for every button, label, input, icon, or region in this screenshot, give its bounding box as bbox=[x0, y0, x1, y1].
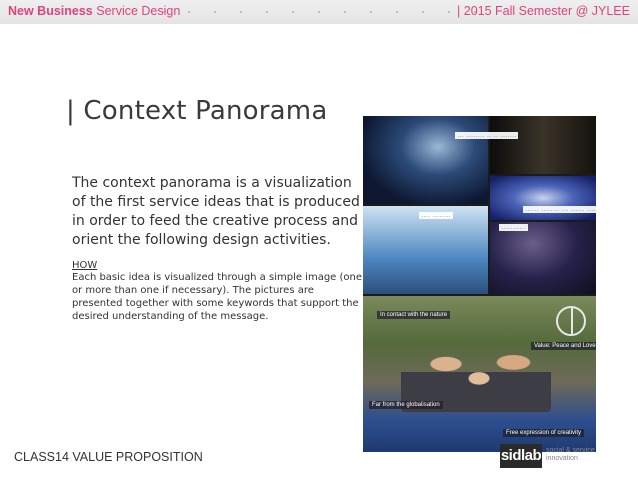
course-name-bold: New Business bbox=[8, 4, 93, 18]
footer-class-label: CLASS14 VALUE PROPOSITION bbox=[14, 450, 203, 464]
photo-caption: In contact with the nature bbox=[377, 311, 451, 319]
header-bar: New Business Service Design | 2015 Fall … bbox=[0, 0, 638, 24]
course-name: New Business Service Design bbox=[8, 4, 180, 18]
how-paragraph: Each basic idea is visualized through a … bbox=[72, 272, 363, 322]
logo-line-2: innovation bbox=[546, 455, 578, 462]
photo-caption: Far from the globalisation bbox=[369, 401, 443, 409]
semester-label: | 2015 Fall Semester @ JYLEE bbox=[457, 4, 630, 18]
course-name-rest: Service Design bbox=[92, 4, 181, 18]
lead-paragraph: The context panorama is a visualization … bbox=[72, 175, 360, 248]
logo-mark: sidlab bbox=[500, 444, 542, 468]
context-panorama-collage: --- -------- -- -- ------- ---- --------… bbox=[363, 116, 596, 452]
interactive-exhibit-photo bbox=[363, 206, 488, 294]
header-dot-divider bbox=[150, 11, 478, 13]
photo-keyword-tag: ---- -------- bbox=[419, 212, 453, 219]
people-figures bbox=[401, 332, 551, 412]
photo-keyword-tag: ----------- bbox=[499, 224, 529, 231]
planetarium-model-photo bbox=[490, 176, 596, 220]
photo-keyword-tag: ------ -------- --- ------ ----- bbox=[523, 206, 596, 213]
page-title: | Context Panorama bbox=[66, 96, 328, 126]
photo-caption: Free expression of creativity bbox=[503, 429, 585, 437]
photo-keyword-tag: --- -------- -- -- ------- bbox=[455, 132, 519, 139]
peace-sign-icon bbox=[556, 306, 586, 336]
how-heading: HOW bbox=[72, 260, 98, 271]
logo-text: social & service innovation bbox=[546, 447, 595, 463]
audience-dome-photo bbox=[490, 222, 596, 294]
logo-line-1: social & service bbox=[546, 447, 595, 454]
photo-caption: Value: Peace and Love bbox=[531, 342, 596, 350]
museum-interior-photo bbox=[363, 116, 488, 204]
dark-corridor-photo bbox=[490, 116, 596, 174]
